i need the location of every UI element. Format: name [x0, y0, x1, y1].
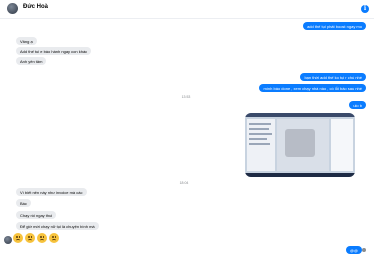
info-icon[interactable]: i [361, 5, 369, 13]
sad-face-emoji-icon[interactable] [13, 233, 23, 243]
message-outgoing[interactable]: @@ [345, 246, 362, 254]
screenshot-sidebar [247, 119, 275, 171]
screenshot-taskbar [245, 173, 355, 177]
message-outgoing[interactable]: bạn thời add thế ko tụi r chú nhé [300, 73, 366, 81]
screenshot-line [249, 133, 272, 135]
screenshot-panel [331, 119, 353, 171]
contact-name[interactable]: Đức Hoà [23, 4, 48, 10]
sad-face-emoji-icon[interactable] [37, 233, 47, 243]
sad-face-emoji-icon[interactable] [49, 233, 59, 243]
message-incoming[interactable]: Chạy rồi ngay thui [16, 211, 57, 219]
read-receipt-icon [362, 248, 366, 252]
message-incoming[interactable]: Vì biết nên này như invoice mà các [16, 188, 87, 196]
screenshot-line [249, 123, 271, 125]
chat-header: Đức Hoà i [0, 0, 374, 19]
message-outgoing[interactable]: ulo b [349, 101, 366, 109]
avatar[interactable] [7, 3, 18, 14]
screenshot-blurred-area [285, 129, 315, 157]
message-incoming[interactable]: Vâng ạ [16, 37, 37, 45]
avatar [4, 236, 12, 244]
message-incoming[interactable]: Để giờ mới chạy nữ tụi là chuyện bình mà [16, 222, 99, 230]
message-incoming[interactable]: Add thế tui e báo hành ngay con khác [16, 47, 92, 55]
message-outgoing[interactable]: add thế tụi phát boost ngay mo [303, 22, 366, 30]
message-incoming[interactable]: Bác [16, 199, 31, 207]
screenshot-line [249, 128, 269, 130]
screenshot-line [249, 138, 267, 140]
sad-face-emoji-icon[interactable] [25, 233, 35, 243]
message-outgoing[interactable]: mình báo done , xem chạy nhà nào , có lỗ… [259, 84, 366, 92]
timestamp: 13:53 [181, 95, 191, 99]
message-incoming[interactable]: Anh yên tâm [16, 57, 47, 65]
screenshot-titlebar [245, 113, 355, 117]
screenshot-line [249, 143, 270, 145]
timestamp: 18:04 [179, 181, 189, 185]
screenshot-attachment[interactable] [245, 113, 355, 177]
